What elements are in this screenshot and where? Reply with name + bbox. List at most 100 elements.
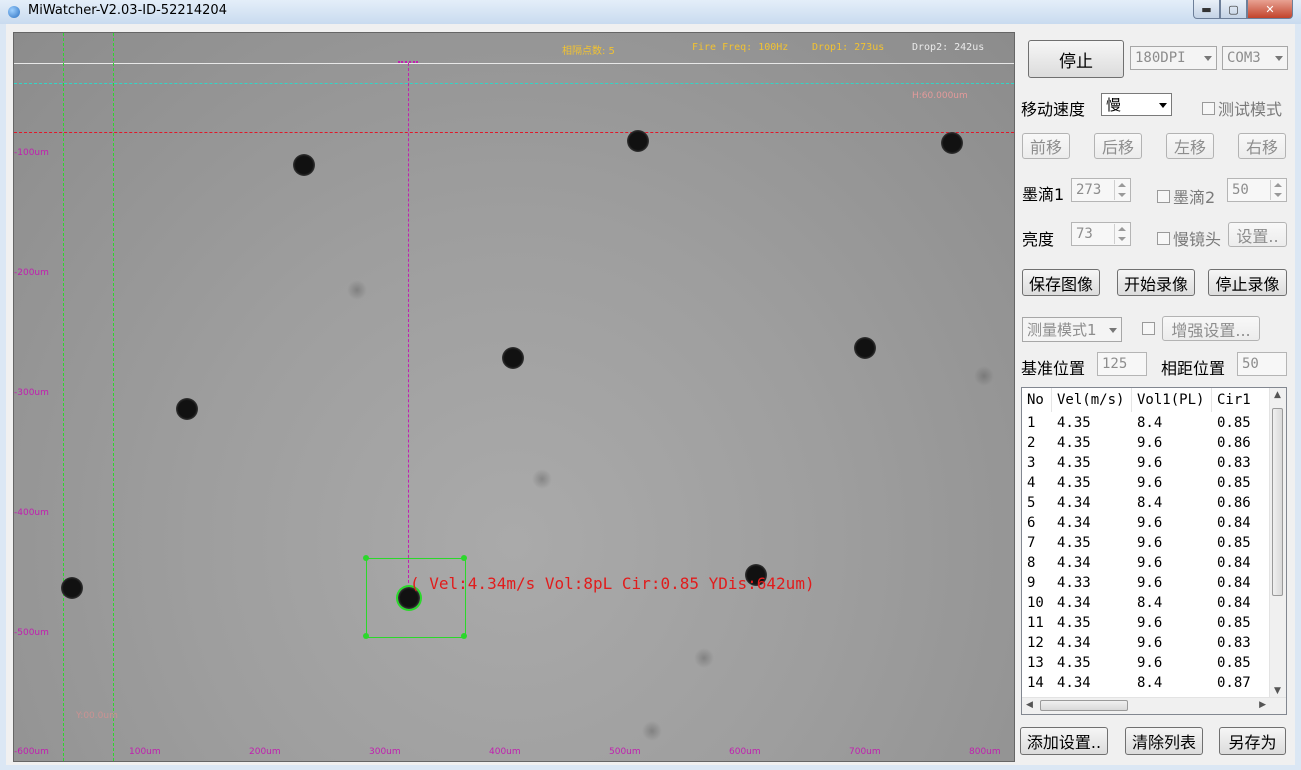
maximize-button[interactable]: ▢ <box>1220 0 1247 19</box>
resize-handle[interactable] <box>461 633 467 639</box>
save-image-button[interactable]: 保存图像 <box>1022 269 1100 296</box>
cell-vel: 4.34 <box>1057 595 1091 611</box>
vertical-scrollbar[interactable]: ▲ ▼ <box>1269 388 1286 698</box>
y-tick: -400um <box>14 508 49 518</box>
spacing-position-input[interactable]: 50 <box>1237 352 1287 376</box>
stop-record-button[interactable]: 停止录像 <box>1208 269 1287 296</box>
save-as-button[interactable]: 另存为 <box>1219 727 1286 755</box>
com-select[interactable]: COM3 <box>1222 46 1288 70</box>
cell-cir: 0.84 <box>1217 515 1251 531</box>
column-header[interactable]: No <box>1022 388 1052 412</box>
table-row[interactable]: 10 4.34 8.4 0.84 <box>1022 593 1272 613</box>
table-row[interactable]: 7 4.35 9.6 0.85 <box>1022 533 1272 553</box>
checkbox-box <box>1157 231 1170 245</box>
brightness-value: 73 <box>1076 226 1093 242</box>
table-row[interactable]: 8 4.34 9.6 0.84 <box>1022 553 1272 573</box>
cell-no: 2 <box>1027 435 1036 451</box>
enhance-checkbox[interactable] <box>1142 322 1158 335</box>
table-row[interactable]: 6 4.34 9.6 0.84 <box>1022 513 1272 533</box>
drop1-stepper[interactable]: 273 <box>1071 178 1131 202</box>
forward-button[interactable]: 前移 <box>1022 133 1070 159</box>
start-record-button[interactable]: 开始录像 <box>1117 269 1195 296</box>
move-speed-value: 慢 <box>1106 96 1122 114</box>
column-header[interactable]: Vel(m/s) <box>1052 388 1132 412</box>
cell-vol: 9.6 <box>1137 555 1163 571</box>
scroll-down-icon[interactable]: ▼ <box>1274 686 1281 696</box>
table-row[interactable]: 14 4.34 8.4 0.87 <box>1022 673 1272 693</box>
measure-selection-box[interactable] <box>366 558 466 638</box>
cell-vol: 9.6 <box>1137 535 1163 551</box>
column-header[interactable]: Vol1(PL) <box>1132 388 1212 412</box>
cell-vol: 9.6 <box>1137 475 1163 491</box>
brightness-stepper[interactable]: 73 <box>1071 222 1131 246</box>
spin-arrows-icon[interactable] <box>1114 224 1129 244</box>
table-body: 1 4.35 8.4 0.85 2 4.35 9.6 0.86 3 4.35 9.6 0.83 4… <box>1022 413 1272 693</box>
cell-no: 8 <box>1027 555 1036 571</box>
stop-button[interactable]: 停止 <box>1028 40 1124 78</box>
ghost-droplet <box>694 648 714 668</box>
results-table[interactable]: No Vel(m/s) Vol1(PL) Cir1 1 4.35 8.4 0.85 2… <box>1021 387 1287 715</box>
cell-cir: 0.84 <box>1217 575 1251 591</box>
enhance-settings-button[interactable]: 增强设置... <box>1162 316 1260 341</box>
minimize-button[interactable]: ▬ <box>1193 0 1220 19</box>
chevron-down-icon <box>1275 56 1283 61</box>
add-settings-button[interactable]: 添加设置.. <box>1020 727 1108 755</box>
app-window: MiWatcher-V2.03-ID-52214204 ▬ ▢ ✕ 相隔点数: … <box>0 0 1301 770</box>
camera-view[interactable]: 相隔点数: 5 Fire Freq: 100Hz Drop1: 273us Dr… <box>13 32 1015 762</box>
resize-handle[interactable] <box>363 633 369 639</box>
green-guide-line-1[interactable] <box>63 33 64 761</box>
slow-lens-checkbox[interactable]: 慢镜头 <box>1157 226 1221 250</box>
scroll-left-icon[interactable]: ◀ <box>1026 700 1033 710</box>
dpi-select[interactable]: 180DPI <box>1130 46 1217 70</box>
resize-handle[interactable] <box>461 555 467 561</box>
ghost-droplet <box>532 469 552 489</box>
green-guide-line-2[interactable] <box>113 33 114 761</box>
table-row[interactable]: 11 4.35 9.6 0.85 <box>1022 613 1272 633</box>
cell-no: 1 <box>1027 415 1036 431</box>
window-controls: ▬ ▢ ✕ <box>1193 0 1293 19</box>
horizontal-scrollbar[interactable]: ◀ ▶ <box>1022 697 1286 714</box>
spin-arrows-icon[interactable] <box>1114 180 1129 200</box>
left-button[interactable]: 左移 <box>1166 133 1214 159</box>
base-position-input[interactable]: 125 <box>1097 352 1147 376</box>
scrollbar-thumb[interactable] <box>1272 408 1283 596</box>
cell-vel: 4.34 <box>1057 495 1091 511</box>
y-tick: -600um <box>14 747 49 757</box>
cell-vol: 9.6 <box>1137 515 1163 531</box>
table-row[interactable]: 9 4.33 9.6 0.84 <box>1022 573 1272 593</box>
table-row[interactable]: 3 4.35 9.6 0.83 <box>1022 453 1272 473</box>
scroll-up-icon[interactable]: ▲ <box>1274 390 1281 400</box>
cell-cir: 0.85 <box>1217 535 1251 551</box>
clear-list-button[interactable]: 清除列表 <box>1125 727 1203 755</box>
close-button[interactable]: ✕ <box>1247 0 1293 19</box>
resize-handle[interactable] <box>363 555 369 561</box>
table-row[interactable]: 5 4.34 8.4 0.86 <box>1022 493 1272 513</box>
table-row[interactable]: 4 4.35 9.6 0.85 <box>1022 473 1272 493</box>
cell-cir: 0.84 <box>1217 595 1251 611</box>
back-button[interactable]: 后移 <box>1094 133 1142 159</box>
settings-button[interactable]: 设置.. <box>1228 222 1287 247</box>
cell-no: 3 <box>1027 455 1036 471</box>
drop2-value: 50 <box>1232 182 1249 198</box>
table-row[interactable]: 1 4.35 8.4 0.85 <box>1022 413 1272 433</box>
cell-vel: 4.35 <box>1057 535 1091 551</box>
scrollbar-thumb[interactable] <box>1040 700 1128 711</box>
move-speed-select[interactable]: 慢 <box>1101 93 1172 116</box>
measure-mode-select[interactable]: 测量模式1 <box>1022 317 1122 342</box>
column-header[interactable]: Cir1 <box>1212 388 1272 412</box>
right-button[interactable]: 右移 <box>1238 133 1286 159</box>
measure-vertical-line <box>408 63 409 583</box>
table-row[interactable]: 13 4.35 9.6 0.85 <box>1022 653 1272 673</box>
drop2-stepper[interactable]: 50 <box>1227 178 1287 202</box>
drop2-checkbox[interactable]: 墨滴2 <box>1157 184 1215 208</box>
table-row[interactable]: 12 4.34 9.6 0.83 <box>1022 633 1272 653</box>
ink-droplet <box>61 577 83 599</box>
cell-cir: 0.83 <box>1217 455 1251 471</box>
test-mode-checkbox[interactable]: 测试模式 <box>1202 96 1282 120</box>
scroll-right-icon[interactable]: ▶ <box>1259 700 1266 710</box>
x-tick: 500um <box>609 747 641 757</box>
brightness-label: 亮度 <box>1022 230 1055 249</box>
spin-arrows-icon[interactable] <box>1270 180 1285 200</box>
cell-no: 7 <box>1027 535 1036 551</box>
table-row[interactable]: 2 4.35 9.6 0.86 <box>1022 433 1272 453</box>
